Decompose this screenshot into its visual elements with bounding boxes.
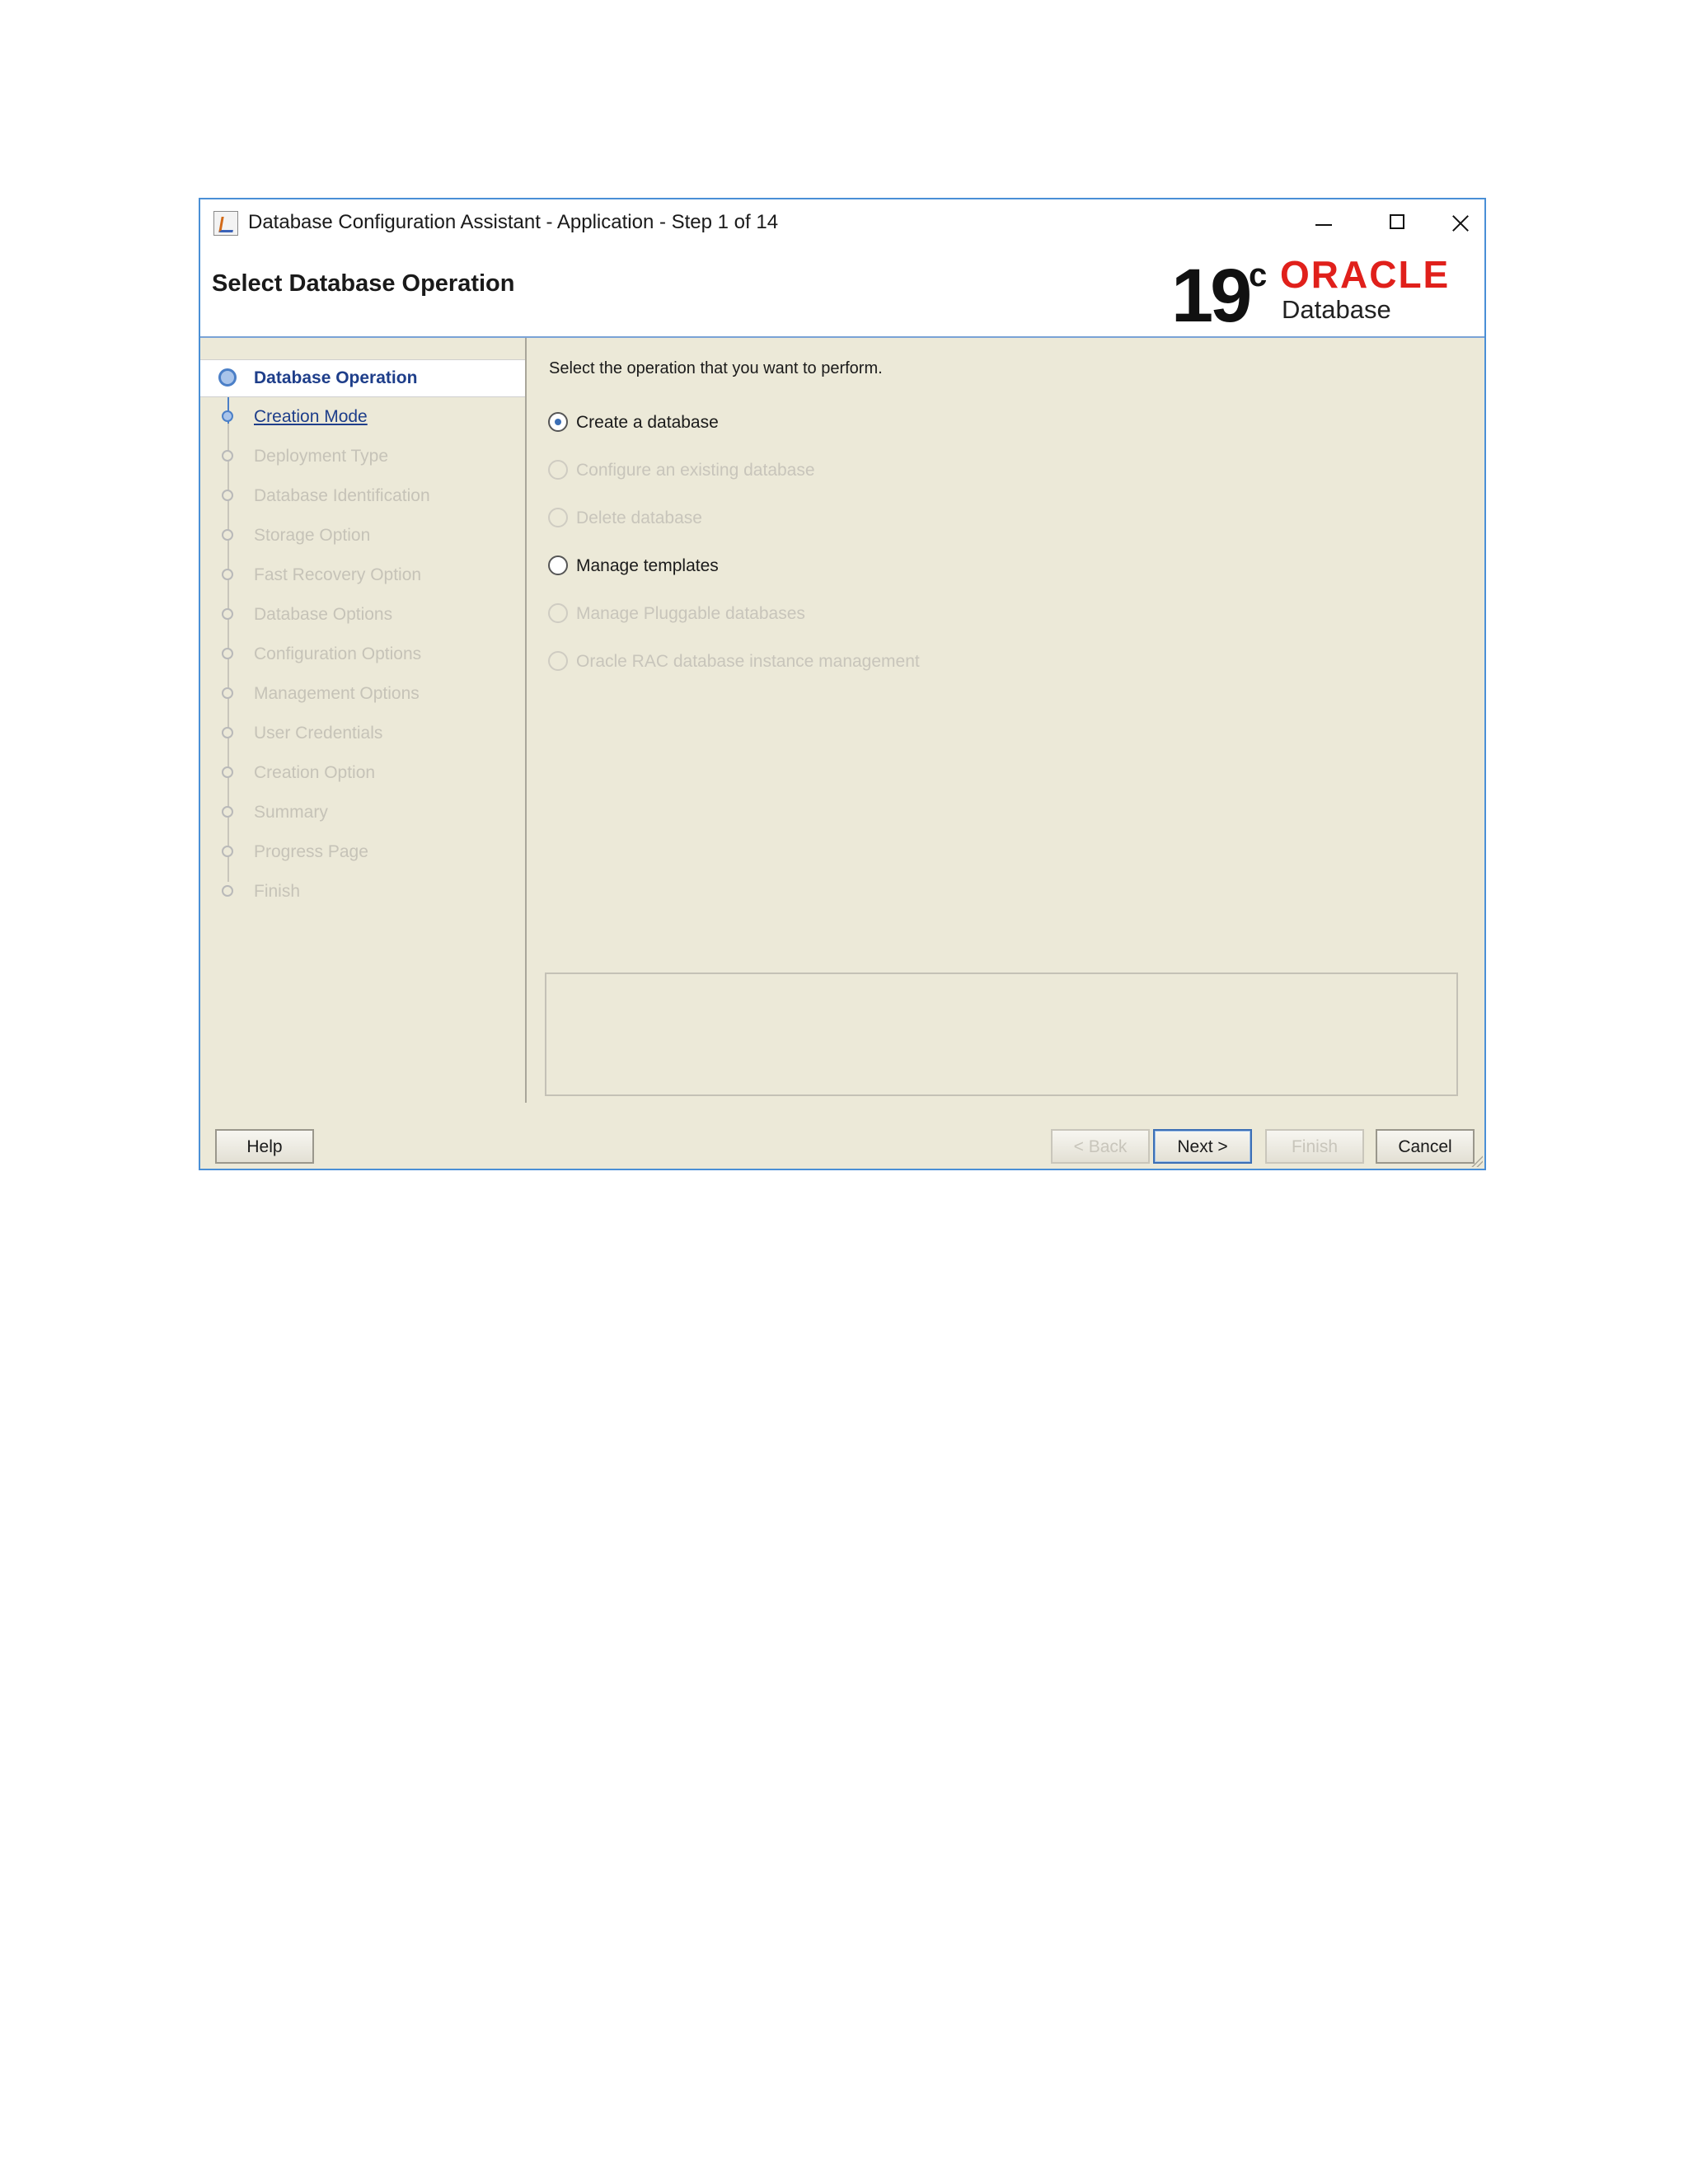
next-button[interactable]: Next >: [1153, 1129, 1252, 1164]
step-node-icon: [222, 608, 233, 620]
maximize-icon[interactable]: [1372, 204, 1422, 242]
step-configuration-options: Configuration Options: [200, 636, 525, 673]
minimize-icon[interactable]: [1298, 204, 1348, 242]
radio-button[interactable]: [548, 412, 568, 432]
step-label: Storage Option: [254, 526, 371, 545]
step-finish: Finish: [200, 874, 525, 910]
option-label: Manage Pluggable databases: [576, 604, 805, 623]
cancel-button[interactable]: Cancel: [1376, 1129, 1475, 1164]
step-label: Summary: [254, 803, 328, 822]
option-label: Delete database: [576, 509, 702, 527]
page-title: Select Database Operation: [212, 270, 515, 297]
step-label: Configuration Options: [254, 644, 422, 663]
step-label: Management Options: [254, 684, 420, 703]
radio-button: [548, 460, 568, 480]
logo-product: Database: [1282, 295, 1391, 324]
step-management-options: Management Options: [200, 676, 525, 712]
step-label: Finish: [254, 882, 301, 901]
option-manage-templates[interactable]: Manage templates: [548, 552, 1290, 580]
option-rac-instance-management: Oracle RAC database instance management: [548, 648, 1290, 676]
step-node-icon: [222, 410, 233, 422]
option-label[interactable]: Manage templates: [576, 556, 719, 576]
dbca-window: Database Configuration Assistant - Appli…: [199, 198, 1486, 1170]
step-label: Fast Recovery Option: [254, 565, 422, 584]
option-delete-database: Delete database: [548, 504, 1290, 532]
step-node-icon: [222, 885, 233, 897]
step-node-icon: [222, 490, 233, 501]
radio-button[interactable]: [548, 555, 568, 575]
step-progress-page: Progress Page: [200, 834, 525, 870]
step-label: Database Identification: [254, 486, 430, 505]
step-node-icon: [222, 687, 233, 699]
java-app-icon: [213, 211, 238, 236]
wizard-header: Select Database Operation 19 c ORACLE Da…: [200, 251, 1484, 338]
option-manage-pluggable: Manage Pluggable databases: [548, 600, 1290, 628]
step-node-icon: [222, 529, 233, 541]
title-bar: Database Configuration Assistant - Appli…: [200, 199, 1484, 251]
step-creation-option: Creation Option: [200, 755, 525, 791]
logo-version: 19: [1171, 254, 1252, 338]
radio-button: [548, 508, 568, 527]
resize-grip-icon[interactable]: [1471, 1155, 1483, 1167]
option-label: Configure an existing database: [576, 461, 815, 480]
content-panel: Select the operation that you want to pe…: [528, 338, 1484, 1103]
step-label: Creation Option: [254, 763, 376, 782]
step-label: Database Operation: [254, 368, 418, 387]
logo-superscript: c: [1249, 257, 1268, 293]
option-create-database[interactable]: Create a database: [548, 409, 1290, 437]
logo-brand: ORACLE: [1280, 253, 1451, 296]
radio-button: [548, 603, 568, 623]
step-fast-recovery-option: Fast Recovery Option: [200, 557, 525, 593]
step-label: User Credentials: [254, 724, 383, 743]
radio-button: [548, 651, 568, 671]
step-node-icon: [222, 450, 233, 462]
close-icon[interactable]: [1435, 204, 1484, 242]
step-database-identification: Database Identification: [200, 478, 525, 514]
step-deployment-type: Deployment Type: [200, 438, 525, 475]
finish-button: Finish: [1265, 1129, 1364, 1164]
back-button: < Back: [1051, 1129, 1150, 1164]
step-label: Creation Mode: [254, 407, 368, 426]
description-box: [545, 972, 1458, 1096]
step-node-icon: [218, 368, 237, 387]
step-user-credentials: User Credentials: [200, 715, 525, 752]
step-label: Deployment Type: [254, 447, 389, 466]
window-title: Database Configuration Assistant - Appli…: [248, 211, 779, 233]
step-label: Progress Page: [254, 842, 368, 861]
step-database-options: Database Options: [200, 597, 525, 633]
option-label: Oracle RAC database instance management: [576, 652, 920, 671]
step-navigation: Database Operation Creation Mode Deploym…: [200, 338, 527, 1103]
step-node-icon: [222, 846, 233, 857]
step-summary: Summary: [200, 794, 525, 831]
step-node-icon: [222, 806, 233, 818]
step-node-icon: [222, 569, 233, 580]
step-storage-option: Storage Option: [200, 518, 525, 554]
instruction-text: Select the operation that you want to pe…: [549, 359, 883, 377]
option-label[interactable]: Create a database: [576, 413, 719, 433]
option-configure-database: Configure an existing database: [548, 457, 1290, 485]
step-label: Database Options: [254, 605, 393, 624]
step-node-icon: [222, 727, 233, 738]
step-creation-mode[interactable]: Creation Mode: [200, 399, 525, 435]
step-node-icon: [222, 766, 233, 778]
step-database-operation[interactable]: Database Operation: [200, 359, 525, 397]
help-button[interactable]: Help: [215, 1129, 314, 1164]
step-node-icon: [222, 648, 233, 659]
